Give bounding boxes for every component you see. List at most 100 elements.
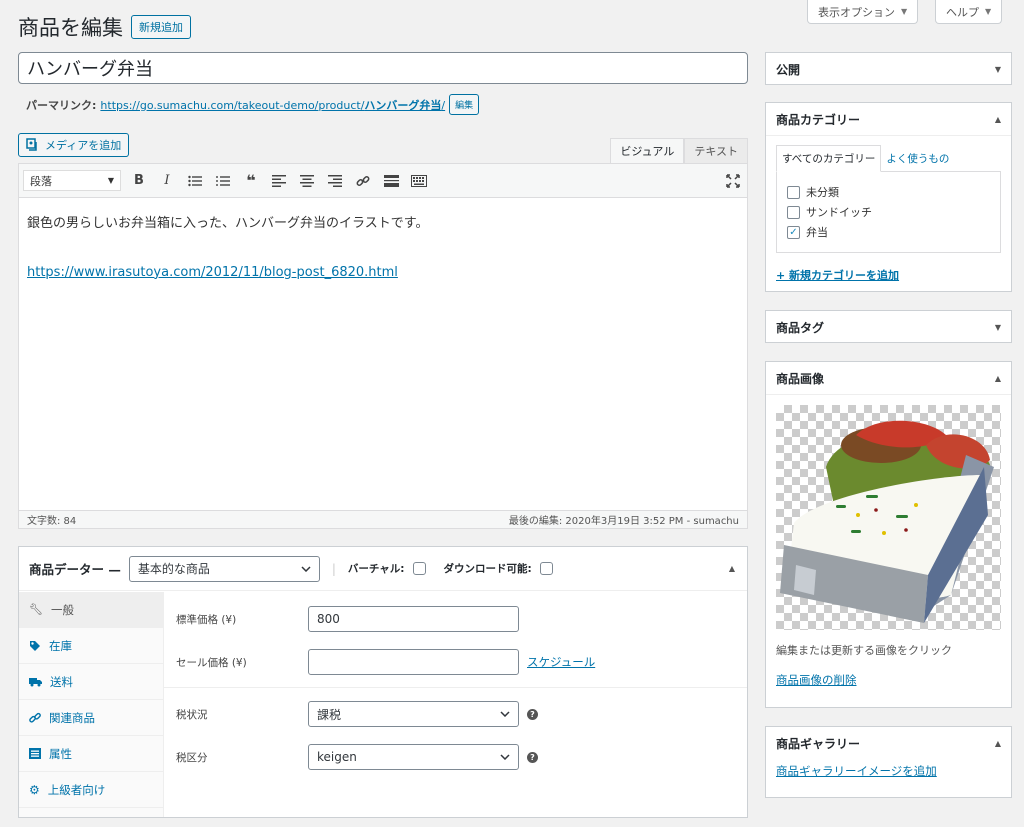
sale-price-row: セール価格 (¥) スケジュール: [176, 649, 595, 675]
add-gallery-link[interactable]: 商品ギャラリーイメージを追加: [776, 764, 937, 778]
tab-inventory-label: 在庫: [49, 638, 72, 653]
read-more-icon[interactable]: [381, 171, 401, 191]
collapse-arrow-icon[interactable]: ▲: [729, 564, 735, 573]
product-image[interactable]: [776, 405, 1001, 630]
tax-status-select[interactable]: 課税: [308, 701, 519, 727]
sale-price-input[interactable]: [308, 649, 519, 675]
gallery-body: 商品ギャラリーイメージを追加: [766, 759, 1011, 783]
toolbar-toggle-icon[interactable]: [409, 171, 429, 191]
virtual-checkbox[interactable]: [412, 562, 426, 575]
truck-icon: [29, 677, 42, 686]
help-button[interactable]: ヘルプ ▼: [935, 0, 1003, 24]
category-list: 未分類 サンドイッチ ✓ 弁当: [776, 171, 1001, 253]
help-label: ヘルプ: [946, 5, 979, 19]
tab-shipping[interactable]: 送料: [19, 664, 163, 700]
permalink-row: パーマリンク: https://go.sumachu.com/takeout-d…: [26, 94, 480, 115]
content-editor: 段落 ▼ B I ❝ 銀色の男らしいお弁当箱に入った、ハンバーグ弁当のイラストで…: [18, 163, 748, 529]
sale-price-label: セール価格 (¥): [176, 656, 247, 669]
product-image-header[interactable]: 商品画像 ▲: [766, 362, 1011, 394]
category-label: 弁当: [806, 226, 828, 239]
downloadable-checkbox[interactable]: [539, 562, 553, 575]
content-link[interactable]: https://www.irasutoya.com/2012/11/blog-p…: [27, 265, 398, 280]
collapse-arrow-icon: ▲: [994, 738, 1001, 748]
screen-options-button[interactable]: 表示オプション ▼: [807, 0, 919, 24]
product-type-value: 基本的な商品: [137, 562, 210, 576]
post-title-input[interactable]: ハンバーグ弁当: [18, 52, 748, 84]
publish-box: 公開 ▼: [765, 52, 1012, 85]
category-checkbox[interactable]: [787, 185, 800, 199]
help-icon[interactable]: ?: [527, 751, 538, 763]
categories-box: 商品カテゴリー ▲ すべてのカテゴリー よく使うもの 未分類 サンドイッチ ✓ …: [765, 102, 1012, 292]
product-image-title: 商品画像: [776, 371, 825, 386]
caret-down-icon: ▼: [107, 176, 114, 185]
tax-status-label: 税状況: [176, 708, 208, 721]
tax-class-select[interactable]: keigen: [308, 744, 519, 770]
tags-title: 商品タグ: [776, 320, 825, 335]
tab-text[interactable]: テキスト: [684, 138, 748, 163]
format-select[interactable]: 段落 ▼: [23, 170, 121, 191]
align-right-icon[interactable]: [325, 171, 345, 191]
tax-status-value: 課税: [317, 707, 342, 722]
categories-header[interactable]: 商品カテゴリー ▲: [766, 103, 1011, 135]
add-category-link[interactable]: + 新規カテゴリーを追加: [776, 269, 899, 282]
product-type-select[interactable]: 基本的な商品: [128, 555, 320, 582]
permalink-base: https://go.sumachu.com/takeout-demo/prod…: [100, 98, 365, 112]
permalink-edit-button[interactable]: 編集: [449, 94, 480, 115]
tab-attributes[interactable]: 属性: [19, 736, 163, 772]
fullscreen-icon[interactable]: [723, 171, 743, 191]
permalink-end: /: [441, 98, 446, 112]
publish-header[interactable]: 公開 ▼: [766, 53, 1011, 85]
remove-image-link[interactable]: 商品画像の削除: [776, 673, 857, 687]
numbered-list-icon[interactable]: [213, 171, 233, 191]
tab-advanced[interactable]: ⚙ 上級者向け: [19, 772, 163, 808]
chevron-down-icon: [500, 711, 510, 717]
last-edit: 最後の編集: 2020年3月19日 3:52 PM - sumachu: [508, 516, 739, 527]
add-media-button[interactable]: メディアを追加: [18, 133, 130, 157]
align-center-icon[interactable]: [297, 171, 317, 191]
tab-all-categories[interactable]: すべてのカテゴリー: [776, 145, 882, 172]
editor-tabs: ビジュアル テキスト: [610, 138, 748, 163]
tax-class-row: 税区分 keigen ?: [176, 744, 538, 770]
product-data-tabs: 🔧︎ 一般 在庫 送料 関連商品 属性 ⚙ 上級者向け: [19, 592, 164, 817]
categories-title: 商品カテゴリー: [776, 112, 861, 127]
regular-price-input[interactable]: 800: [308, 606, 519, 632]
schedule-link[interactable]: スケジュール: [527, 654, 595, 670]
category-checkbox[interactable]: [787, 205, 800, 219]
virtual-label: バーチャル:: [347, 563, 405, 575]
category-label: 未分類: [806, 186, 839, 199]
chevron-down-icon: [301, 565, 311, 572]
blockquote-icon[interactable]: ❝: [241, 171, 261, 191]
bento-illustration: [780, 420, 994, 623]
tab-linked-products[interactable]: 関連商品: [19, 700, 163, 736]
tax-status-row: 税状況 課税 ?: [176, 701, 538, 727]
bold-icon[interactable]: B: [129, 171, 149, 191]
tab-shipping-label: 送料: [50, 674, 73, 689]
add-new-button[interactable]: 新規追加: [131, 15, 191, 39]
product-image-body: 編集または更新する画像をクリック 商品画像の削除: [766, 394, 1011, 698]
list-item[interactable]: 未分類: [787, 182, 990, 202]
gear-icon: ⚙: [29, 782, 40, 797]
list-item[interactable]: ✓ 弁当: [787, 222, 990, 242]
tab-general[interactable]: 🔧︎ 一般: [19, 592, 163, 628]
bullet-list-icon[interactable]: [185, 171, 205, 191]
align-left-icon[interactable]: [269, 171, 289, 191]
tab-inventory[interactable]: 在庫: [19, 628, 163, 664]
category-checkbox[interactable]: ✓: [787, 225, 800, 239]
permalink-link[interactable]: https://go.sumachu.com/takeout-demo/prod…: [100, 97, 445, 113]
editor-content[interactable]: 銀色の男らしいお弁当箱に入った、ハンバーグ弁当のイラストです。 https://…: [19, 198, 747, 299]
tab-visual[interactable]: ビジュアル: [610, 138, 685, 163]
product-image-box: 商品画像 ▲ 編集または更新する画像をクリック 商品画像の削除: [765, 361, 1012, 708]
product-data-panel: 商品データー — 基本的な商品 | バーチャル: ダウンロード可能: ▲ 🔧︎ …: [18, 546, 748, 818]
help-icon[interactable]: ?: [527, 708, 538, 720]
link-icon[interactable]: [353, 171, 373, 191]
list-item[interactable]: サンドイッチ: [787, 202, 990, 222]
product-data-label: 商品データー —: [29, 562, 121, 577]
tab-popular-categories[interactable]: よく使うもの: [881, 146, 954, 171]
italic-icon[interactable]: I: [157, 171, 177, 191]
regular-price-label: 標準価格 (¥): [176, 613, 237, 626]
permalink-slug: ハンバーグ弁当: [364, 98, 442, 112]
gallery-header[interactable]: 商品ギャラリー ▲: [766, 727, 1011, 759]
content-paragraph: 銀色の男らしいお弁当箱に入った、ハンバーグ弁当のイラストです。: [27, 216, 429, 231]
tax-class-value: keigen: [317, 750, 357, 764]
tags-header[interactable]: 商品タグ ▼: [766, 311, 1011, 343]
